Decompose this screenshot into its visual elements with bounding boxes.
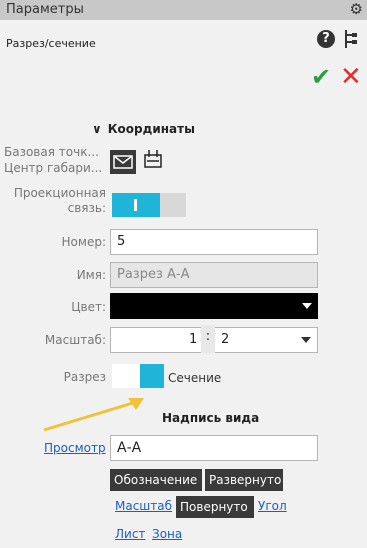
panel-titlebar: Параметры ⚙	[0, 0, 367, 20]
envelope-icon[interactable]	[110, 150, 136, 174]
preview-link[interactable]: Просмотр	[44, 441, 106, 455]
zone-link[interactable]: Зона	[152, 527, 182, 541]
panel-title: Параметры	[6, 2, 84, 17]
command-title: Разрез/сечение	[6, 37, 96, 50]
base-point-label: Базовая точк...	[4, 145, 99, 159]
rotated-button[interactable]: Повернуто	[176, 496, 254, 518]
base-point-value: Центр габари...	[4, 161, 103, 175]
angle-link[interactable]: Угол	[258, 499, 287, 513]
scale-select[interactable]: 1 : 2	[110, 325, 318, 353]
color-label: Цвет:	[71, 300, 106, 314]
section-coordinates[interactable]: ∨ Координаты	[92, 122, 195, 136]
tree-icon[interactable]	[344, 29, 358, 54]
name-label: Имя:	[76, 268, 106, 282]
help-icon[interactable]: ?	[317, 30, 335, 48]
view-caption-title: Надпись вида	[162, 411, 260, 425]
arrow-annotation	[43, 398, 144, 432]
dropdown-arrow-icon	[301, 337, 311, 343]
designation-button[interactable]: Обозначение	[110, 469, 202, 491]
cut-label: Разрез	[63, 370, 106, 384]
cut-section-toggle[interactable]	[112, 364, 164, 388]
section-title: Координаты	[107, 122, 195, 136]
sheet-link[interactable]: Лист	[115, 527, 145, 541]
name-input[interactable]: Разрез А-А	[110, 262, 318, 288]
scale-link[interactable]: Масштаб	[115, 499, 172, 513]
number-label: Номер:	[61, 235, 106, 249]
bounding-box-icon[interactable]	[141, 148, 165, 176]
dropdown-arrow-icon	[302, 303, 312, 309]
projection-toggle[interactable]	[112, 193, 186, 217]
number-input[interactable]: 5	[110, 229, 318, 255]
cancel-x-icon[interactable]: ✕	[340, 62, 362, 92]
scale-label: Масштаб:	[44, 333, 106, 347]
scale-numerator: 1	[189, 332, 198, 347]
scale-separator: :	[201, 325, 215, 353]
color-select[interactable]	[110, 293, 318, 319]
section-label: Сечение	[168, 371, 222, 385]
scale-denominator: 2	[221, 332, 230, 347]
ok-check-icon[interactable]: ✔	[311, 63, 331, 91]
expanded-button[interactable]: Развернуто	[205, 469, 283, 491]
caption-text-input[interactable]: А-А	[110, 435, 318, 461]
projection-label: Проекционная	[13, 186, 106, 200]
gear-icon[interactable]: ⚙	[350, 0, 363, 18]
projection-label-2: связь:	[67, 201, 106, 215]
chevron-down-icon: ∨	[92, 122, 102, 136]
